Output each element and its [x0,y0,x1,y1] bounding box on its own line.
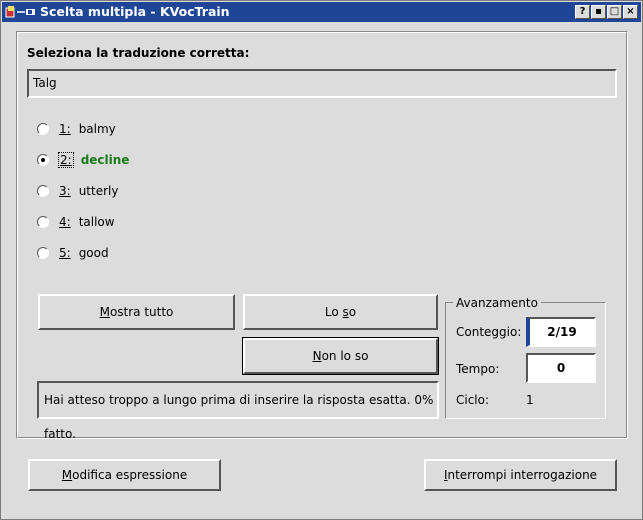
option-label: decline [80,153,130,167]
option-number: 5: [59,246,71,260]
button-label: on lo so [321,349,369,363]
radio-option-4[interactable] [37,216,49,228]
prompt-label: Seleziona la traduzione corretta: [27,46,250,60]
help-button[interactable]: ? [575,5,590,19]
radio-option-3[interactable] [37,185,49,197]
maximize-button[interactable]: □ [607,5,622,19]
count-label: Conteggio: [456,325,522,339]
option-3[interactable]: 3: utterly [37,182,118,200]
time-label: Tempo: [456,362,500,376]
accel-char: M [61,468,73,482]
button-label: nterrompi interrogazione [447,468,598,482]
window-title: Scelta multipla - KVocTrain [40,4,230,19]
time-value: 0 [526,353,596,383]
option-number: 4: [59,215,71,229]
radio-option-1[interactable] [37,123,49,135]
button-label: odifica espressione [72,468,188,482]
option-5[interactable]: 5: good [37,244,109,262]
accel-char: N [312,349,322,363]
close-button[interactable]: × [623,5,638,19]
option-2[interactable]: 2: decline [37,151,129,169]
edit-expression-button[interactable]: Modifica espressione [28,459,221,491]
radio-option-5[interactable] [37,247,49,259]
show-all-button[interactable]: Mostra tutto [38,294,235,330]
question-word-field: Talg [27,69,617,98]
kvoctrain-window: Scelta multipla - KVocTrain ? ▪ □ × Sele… [0,0,643,520]
title-bar[interactable]: Scelta multipla - KVocTrain ? ▪ □ × [2,2,641,22]
dont-know-button[interactable]: Non lo so [242,337,439,375]
option-number: 3: [59,184,71,198]
option-label: balmy [78,122,116,136]
count-value: 2/19 [526,317,596,347]
option-label: tallow [78,215,115,229]
minimize-button[interactable]: ▪ [591,5,606,19]
status-message: Hai atteso troppo a lungo prima di inser… [37,381,439,441]
option-1[interactable]: 1: balmy [37,120,116,138]
accel-char: M [99,305,110,319]
cycle-value: 1 [526,393,534,407]
button-label: ostra tutto [109,305,174,319]
button-label: Lo [324,305,343,319]
option-label: utterly [78,184,119,198]
option-number: 2: [58,152,74,168]
radio-option-2[interactable] [37,154,49,166]
progress-group-title: Avanzamento [453,296,541,310]
cycle-label: Ciclo: [456,393,490,407]
stop-quiz-button[interactable]: Interrompi interrogazione [424,459,617,491]
know-it-button[interactable]: Lo so [243,294,438,330]
option-4[interactable]: 4: tallow [37,213,115,231]
option-label: good [78,246,109,260]
button-label: o [348,305,357,319]
app-icon[interactable] [5,5,37,19]
option-number: 1: [59,122,71,136]
